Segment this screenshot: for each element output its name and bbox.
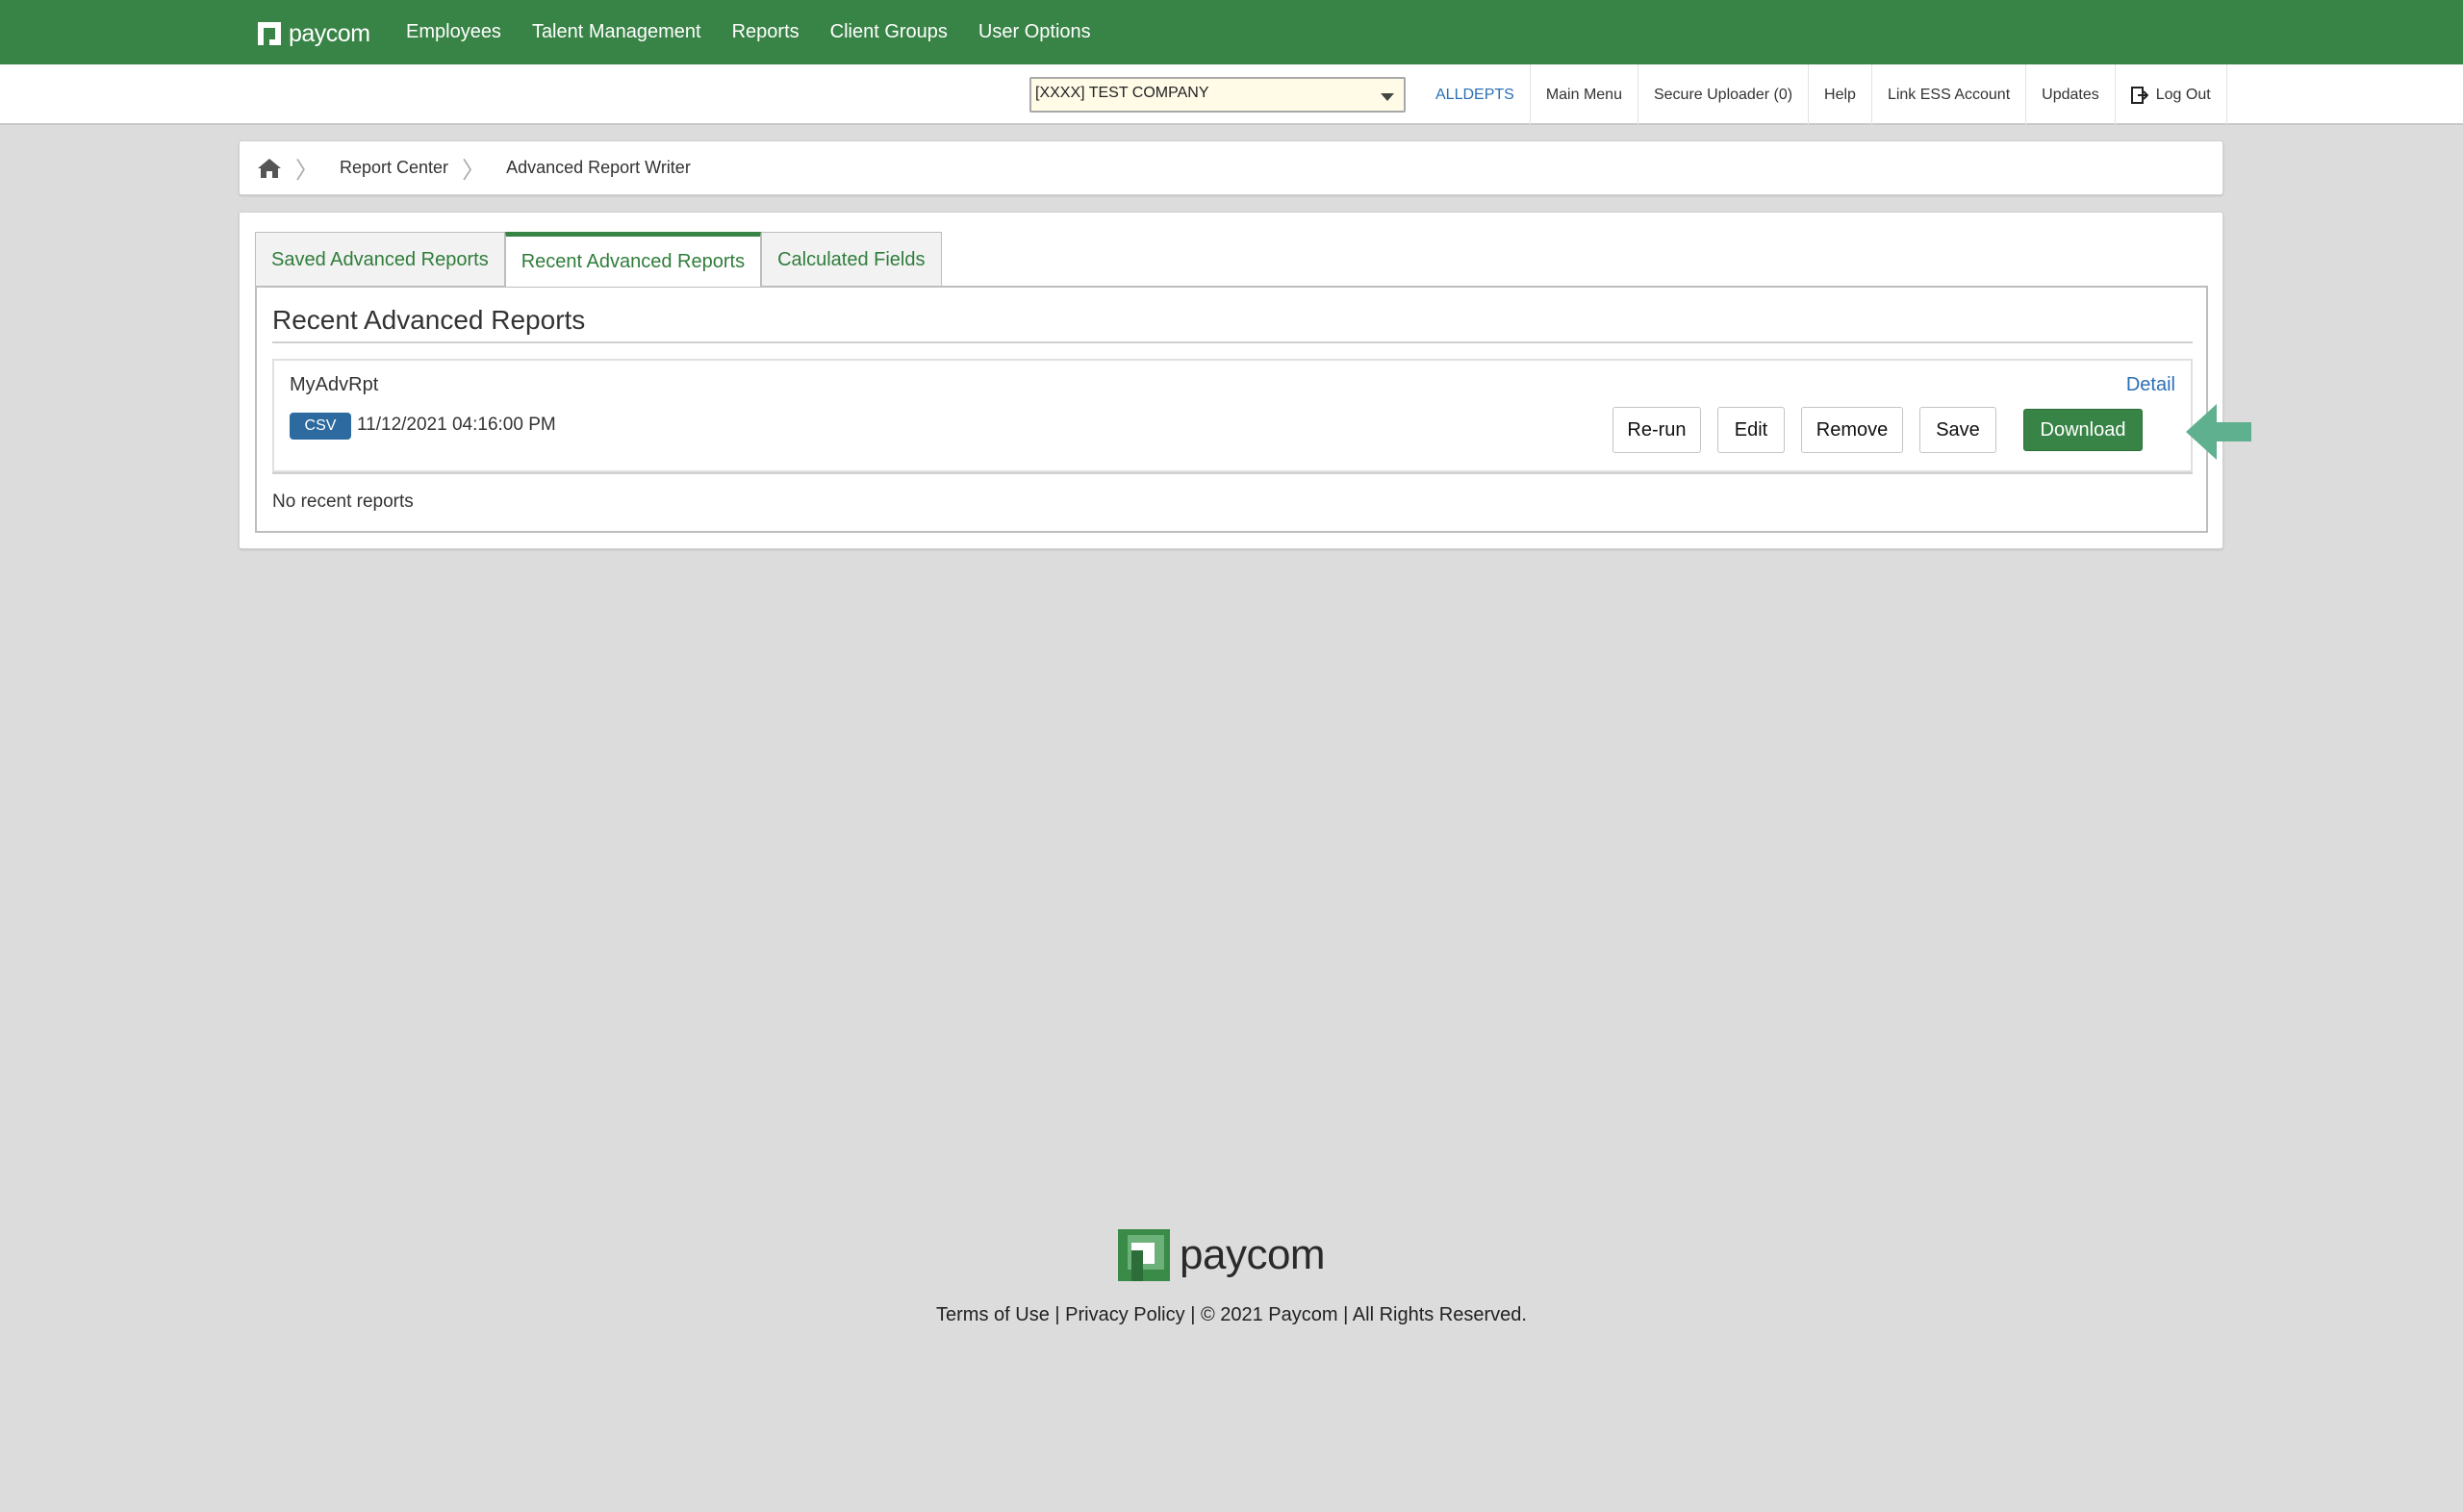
save-button[interactable]: Save bbox=[1919, 407, 1996, 453]
company-select-value: [XXXX] TEST COMPANY bbox=[1035, 85, 1209, 101]
link-alldepts[interactable]: ALLDEPTS bbox=[1420, 64, 1530, 125]
link-main-menu[interactable]: Main Menu bbox=[1529, 64, 1638, 125]
tab-saved-advanced-reports[interactable]: Saved Advanced Reports bbox=[255, 232, 505, 287]
paycom-logo[interactable]: paycom bbox=[258, 19, 370, 48]
sub-links: ALLDEPTS Main Menu Secure Uploader (0) H… bbox=[1420, 64, 2227, 125]
nav-employees[interactable]: Employees bbox=[406, 21, 501, 43]
arrow-left-icon bbox=[2184, 402, 2253, 462]
tab-content: Recent Advanced Reports MyAdvRpt Detail … bbox=[255, 286, 2208, 533]
report-name: MyAdvRpt bbox=[290, 374, 379, 395]
footer-separator: | bbox=[1190, 1304, 1201, 1325]
nav-user-options[interactable]: User Options bbox=[978, 21, 1091, 43]
nav-talent-management[interactable]: Talent Management bbox=[532, 21, 701, 43]
format-badge: CSV bbox=[290, 413, 351, 440]
breadcrumb: 〉 Report Center 〉 Advanced Report Writer bbox=[239, 140, 2223, 195]
footer-logo: paycom bbox=[1118, 1229, 1326, 1281]
footer-links: Terms of Use | Privacy Policy | © 2021 P… bbox=[0, 1304, 2463, 1326]
empty-state-text: No recent reports bbox=[272, 491, 414, 512]
nav-reports[interactable]: Reports bbox=[732, 21, 800, 43]
logout-icon bbox=[2130, 86, 2149, 104]
company-select[interactable]: [XXXX] TEST COMPANY bbox=[1029, 77, 1406, 113]
terms-link[interactable]: Terms of Use bbox=[936, 1304, 1050, 1325]
privacy-link[interactable]: Privacy Policy bbox=[1065, 1304, 1184, 1325]
logout-button[interactable]: Log Out bbox=[2114, 64, 2227, 125]
breadcrumb-separator: 〉 bbox=[462, 157, 486, 184]
logo-text: paycom bbox=[289, 19, 370, 47]
remove-button[interactable]: Remove bbox=[1801, 407, 1903, 453]
logout-label: Log Out bbox=[2155, 86, 2211, 103]
tab-calculated-fields[interactable]: Calculated Fields bbox=[761, 232, 942, 287]
paycom-logo-icon bbox=[1118, 1229, 1170, 1281]
report-timestamp: 11/12/2021 04:16:00 PM bbox=[357, 415, 556, 435]
link-ess-account[interactable]: Link ESS Account bbox=[1870, 64, 2025, 125]
sub-header: [XXXX] TEST COMPANY ALLDEPTS Main Menu S… bbox=[0, 64, 2463, 125]
home-icon[interactable] bbox=[257, 158, 282, 179]
footer-separator: | bbox=[1054, 1304, 1066, 1325]
copyright-text: © 2021 Paycom bbox=[1200, 1304, 1338, 1325]
report-item: MyAdvRpt Detail CSV 11/12/2021 04:16:00 … bbox=[272, 359, 2193, 472]
top-nav: paycom Employees Talent Management Repor… bbox=[0, 0, 2463, 64]
section-title: Recent Advanced Reports bbox=[272, 305, 586, 335]
rerun-button[interactable]: Re-run bbox=[1612, 407, 1701, 453]
detail-link[interactable]: Detail bbox=[2126, 374, 2175, 396]
link-updates[interactable]: Updates bbox=[2025, 64, 2115, 125]
divider bbox=[272, 341, 2193, 343]
nav-client-groups[interactable]: Client Groups bbox=[830, 21, 948, 43]
breadcrumb-report-center[interactable]: Report Center bbox=[340, 158, 448, 178]
link-help[interactable]: Help bbox=[1808, 64, 1871, 125]
footer-logo-text: paycom bbox=[1180, 1231, 1326, 1278]
divider bbox=[272, 472, 2193, 474]
tab-bar: Saved Advanced Reports Recent Advanced R… bbox=[255, 232, 942, 287]
breadcrumb-separator: 〉 bbox=[295, 157, 318, 184]
footer-separator: | bbox=[1343, 1304, 1353, 1325]
main-nav: Employees Talent Management Reports Clie… bbox=[406, 0, 1122, 64]
paycom-logo-icon bbox=[258, 20, 283, 47]
link-secure-uploader[interactable]: Secure Uploader (0) bbox=[1637, 64, 1808, 125]
download-button[interactable]: Download bbox=[2023, 409, 2143, 451]
edit-button[interactable]: Edit bbox=[1717, 407, 1785, 453]
tab-recent-advanced-reports[interactable]: Recent Advanced Reports bbox=[504, 232, 762, 287]
rights-text: All Rights Reserved. bbox=[1352, 1304, 1527, 1325]
main-panel: Saved Advanced Reports Recent Advanced R… bbox=[239, 212, 2223, 549]
chevron-down-icon bbox=[1381, 93, 1394, 101]
breadcrumb-current: Advanced Report Writer bbox=[506, 158, 691, 177]
